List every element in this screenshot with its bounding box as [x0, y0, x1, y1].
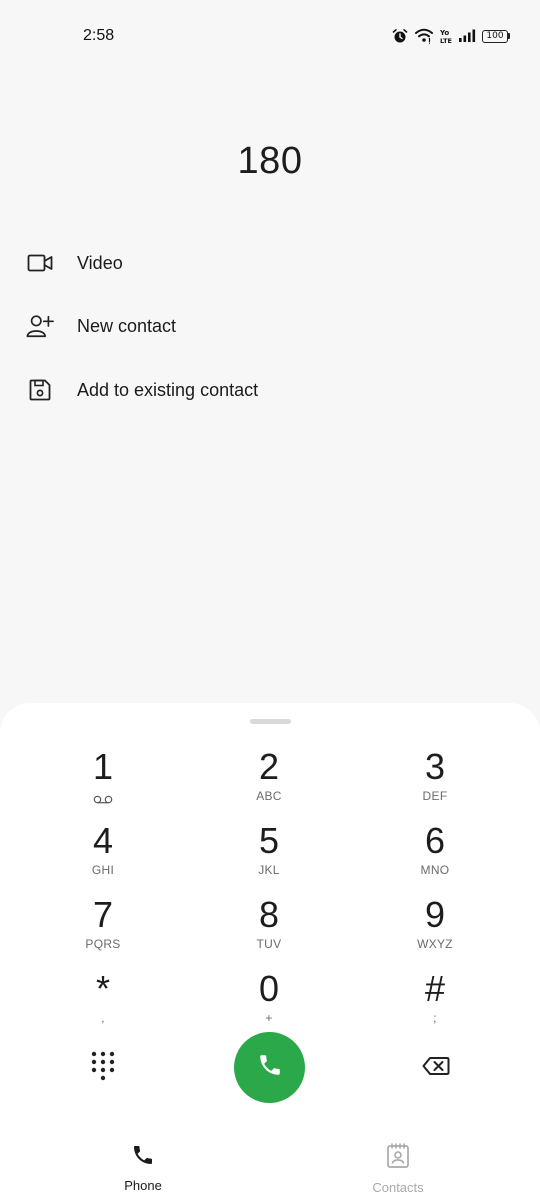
voicemail-icon [93, 791, 113, 809]
key-letters: + [265, 1011, 273, 1025]
nav-contacts[interactable]: Contacts [338, 1143, 458, 1195]
dialpad-grid-icon [91, 1051, 115, 1086]
status-time: 2:58 [83, 27, 115, 44]
key-hash[interactable]: # ; [365, 969, 505, 1039]
contacts-book-icon [386, 1143, 410, 1174]
key-letters: JKL [258, 863, 280, 877]
new-contact-action[interactable]: New contact [0, 298, 540, 354]
key-letters: ABC [256, 789, 282, 803]
key-letters: MNO [420, 863, 450, 877]
add-existing-contact-label: Add to existing contact [77, 379, 259, 400]
key-letters: WXYZ [417, 937, 453, 951]
key-digit: 9 [424, 894, 446, 935]
phone-icon [131, 1143, 155, 1172]
key-6[interactable]: 6 MNO [365, 821, 505, 891]
key-2[interactable]: 2 ABC [199, 747, 339, 817]
key-letters: ; [433, 1011, 437, 1025]
add-existing-contact-action[interactable]: Add to existing contact [0, 362, 540, 418]
key-5[interactable]: 5 JKL [199, 821, 339, 891]
video-camera-icon [26, 249, 54, 277]
new-contact-label: New contact [77, 315, 177, 336]
key-digit: 8 [258, 894, 280, 935]
key-digit: * [95, 968, 110, 1009]
key-letters: TUV [256, 937, 282, 951]
key-letters: GHI [91, 863, 115, 877]
call-button[interactable] [234, 1032, 305, 1103]
svg-text:LTE: LTE [440, 37, 452, 44]
key-0[interactable]: 0 + [199, 969, 339, 1039]
key-9[interactable]: 9 WXYZ [365, 895, 505, 965]
key-letters: PQRS [85, 937, 121, 951]
svg-text:Yo: Yo [440, 29, 449, 37]
wifi-icon [414, 28, 434, 44]
key-3[interactable]: 3 DEF [365, 747, 505, 817]
key-letters: , [101, 1011, 105, 1025]
phone-icon [257, 1052, 283, 1083]
key-7[interactable]: 7 PQRS [33, 895, 173, 965]
key-digit: # [424, 968, 446, 1009]
video-call-action[interactable]: Video [0, 235, 540, 291]
dialpad-toggle-button[interactable] [83, 1048, 123, 1088]
dialpad-sheet: 1 2 ABC 3 DEF 4 GHI 5 JKL 6 MNO 7 PQRS 8… [0, 703, 540, 1200]
key-8[interactable]: 8 TUV [199, 895, 339, 965]
nav-phone-label: Phone [124, 1178, 162, 1193]
key-star[interactable]: * , [33, 969, 173, 1039]
key-1[interactable]: 1 [33, 747, 173, 817]
backspace-button[interactable] [416, 1053, 456, 1083]
key-digit: 0 [258, 968, 280, 1009]
key-digit: 1 [92, 746, 114, 787]
key-digit: 3 [424, 746, 446, 787]
status-icons: Yo LTE 100 [392, 27, 510, 45]
status-bar: 2:58 Yo LTE 100 [0, 0, 540, 72]
save-icon [26, 376, 54, 404]
alarm-icon [392, 28, 408, 44]
key-digit: 6 [424, 820, 446, 861]
add-person-icon [26, 312, 54, 340]
sheet-drag-handle[interactable] [250, 719, 291, 724]
video-label: Video [77, 252, 123, 273]
backspace-icon [422, 1056, 450, 1081]
nav-contacts-label: Contacts [372, 1180, 424, 1195]
dialed-number: 180 [237, 140, 303, 182]
key-digit: 7 [92, 894, 114, 935]
volte-icon: Yo LTE [440, 28, 452, 44]
key-digit: 5 [258, 820, 280, 861]
key-digit: 2 [258, 746, 280, 787]
battery-icon: 100 [482, 29, 510, 43]
key-digit: 4 [92, 820, 114, 861]
key-letters: DEF [422, 789, 448, 803]
battery-level: 100 [482, 29, 508, 43]
signal-icon [458, 29, 476, 43]
key-4[interactable]: 4 GHI [33, 821, 173, 891]
nav-phone[interactable]: Phone [83, 1143, 203, 1193]
